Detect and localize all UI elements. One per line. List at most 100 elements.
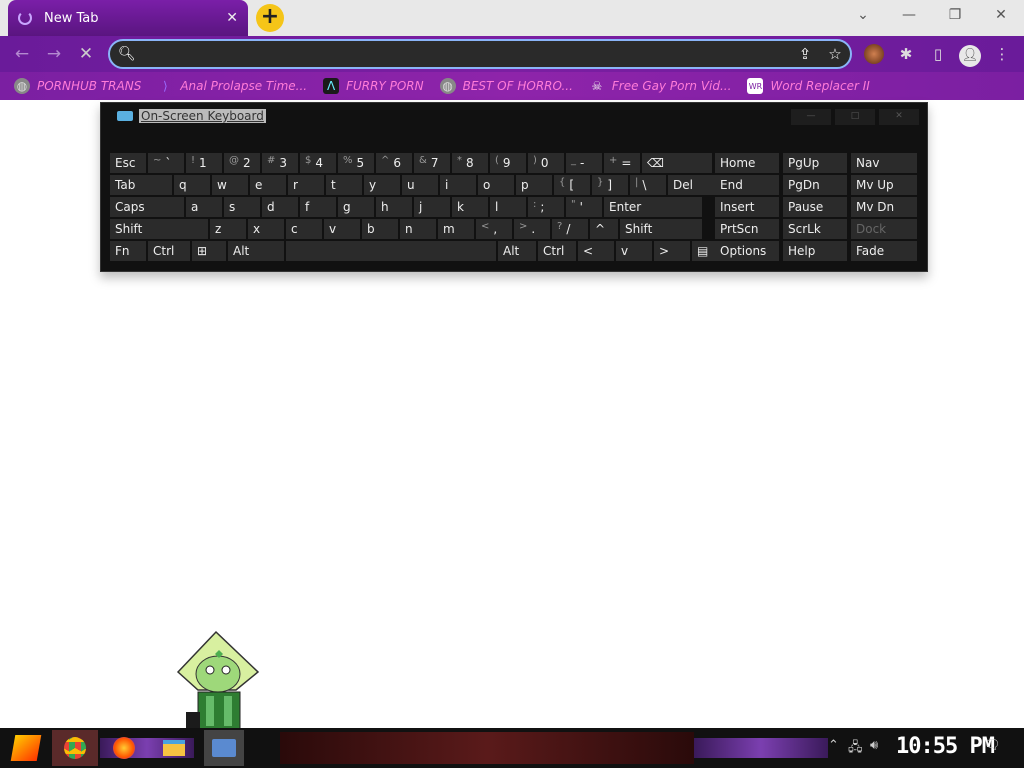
osk-key[interactable]: u <box>402 175 438 195</box>
osk-key[interactable]: ! 1 <box>186 153 222 173</box>
osk-key[interactable]: j <box>414 197 450 217</box>
osk-key[interactable]: > <box>654 241 690 261</box>
osk-key[interactable]: | \ <box>630 175 666 195</box>
osk-key[interactable]: & 7 <box>414 153 450 173</box>
extension-avatar-icon[interactable] <box>862 42 886 66</box>
bookmark-item[interactable]: Λ FURRY PORN <box>323 78 424 94</box>
osk-key[interactable]: i <box>440 175 476 195</box>
osk-nav-key[interactable]: Mv Up <box>851 175 917 195</box>
osk-key[interactable]: s <box>224 197 260 217</box>
network-icon[interactable]: 🖧︎ <box>848 738 863 760</box>
osk-key[interactable]: Alt <box>498 241 536 261</box>
osk-key[interactable]: + = <box>604 153 640 173</box>
osk-key[interactable]: h <box>376 197 412 217</box>
osk-key[interactable] <box>286 241 496 261</box>
osk-key[interactable]: >. <box>514 219 550 239</box>
volume-icon[interactable]: 🔊︎ <box>870 738 878 753</box>
stop-loading-icon[interactable]: ✕ <box>74 42 98 66</box>
osk-nav-key[interactable]: ScrLk <box>783 219 847 239</box>
restore-icon[interactable]: ❐ <box>932 0 978 30</box>
taskbar-chrome[interactable] <box>52 730 98 766</box>
osk-key[interactable]: * 8 <box>452 153 488 173</box>
osk-key[interactable]: k <box>452 197 488 217</box>
bookmark-item[interactable]: ⟩ Anal Prolapse Time... <box>157 78 307 94</box>
taskbar-osk[interactable] <box>204 730 244 766</box>
osk-key[interactable]: {[ <box>554 175 590 195</box>
osk-key[interactable]: v <box>616 241 652 261</box>
tab-search-icon[interactable]: ⌄ <box>840 0 886 30</box>
osk-nav-key[interactable]: PgUp <box>783 153 847 173</box>
osk-key[interactable]: ) 0 <box>528 153 564 173</box>
osk-key[interactable]: g <box>338 197 374 217</box>
osk-key[interactable]: ^ 6 <box>376 153 412 173</box>
osk-nav-key[interactable]: Options <box>715 241 779 261</box>
osk-key[interactable]: p <box>516 175 552 195</box>
osk-key[interactable]: x <box>248 219 284 239</box>
notifications-icon[interactable]: 🗨︎ <box>984 738 1001 753</box>
new-tab-button[interactable]: + <box>256 4 284 32</box>
extensions-puzzle-icon[interactable]: ✱ <box>894 42 918 66</box>
show-hidden-icons-icon[interactable]: ⌃ <box>828 738 839 753</box>
forward-icon[interactable]: → <box>42 42 66 66</box>
minimize-icon[interactable]: — <box>886 0 932 30</box>
osk-key[interactable]: t <box>326 175 362 195</box>
profile-avatar[interactable]: 👤︎ <box>958 42 982 67</box>
osk-key[interactable]: (9 <box>490 153 526 173</box>
osk-key[interactable]: l <box>490 197 526 217</box>
osk-key[interactable]: ⌫ <box>642 153 712 173</box>
osk-key[interactable]: z <box>210 219 246 239</box>
bookmark-item[interactable]: ◍ PORNHUB TRANS <box>14 78 141 94</box>
osk-key[interactable]: #3 <box>262 153 298 173</box>
osk-key[interactable]: @2 <box>224 153 260 173</box>
osk-key[interactable]: n <box>400 219 436 239</box>
osk-nav-key[interactable]: Nav <box>851 153 917 173</box>
osk-key[interactable]: ? / <box>552 219 588 239</box>
bookmark-item[interactable]: ☠ Free Gay Porn Vid... <box>589 78 732 94</box>
osk-key[interactable]: _ - <box>566 153 602 173</box>
osk-nav-key[interactable]: Insert <box>715 197 779 217</box>
osk-nav-key[interactable]: PrtScn <box>715 219 779 239</box>
osk-key[interactable]: <, <box>476 219 512 239</box>
start-button[interactable] <box>6 730 46 766</box>
osk-key[interactable]: q <box>174 175 210 195</box>
back-icon[interactable]: ← <box>10 42 34 66</box>
address-input[interactable] <box>143 46 790 62</box>
bookmark-star-icon[interactable]: ☆ <box>820 45 850 63</box>
taskbar-clock[interactable]: 10:55 PM <box>896 734 995 759</box>
osk-key[interactable]: :; <box>528 197 564 217</box>
osk-key[interactable]: Ctrl <box>538 241 576 261</box>
osk-key[interactable]: y <box>364 175 400 195</box>
osk-key[interactable]: Shift <box>620 219 702 239</box>
osk-key[interactable]: r <box>288 175 324 195</box>
menu-kebab-icon[interactable]: ⋮ <box>990 42 1014 66</box>
osk-key[interactable]: < <box>578 241 614 261</box>
osk-key[interactable]: e <box>250 175 286 195</box>
osk-key[interactable]: o <box>478 175 514 195</box>
taskbar-file-explorer[interactable] <box>156 730 192 766</box>
osk-nav-key[interactable]: Fade <box>851 241 917 261</box>
osk-nav-key[interactable]: Home <box>715 153 779 173</box>
osk-key[interactable]: m <box>438 219 474 239</box>
osk-nav-key[interactable]: PgDn <box>783 175 847 195</box>
osk-key[interactable]: Del <box>668 175 716 195</box>
osk-key[interactable]: $4 <box>300 153 336 173</box>
osk-key[interactable]: Ctrl <box>148 241 190 261</box>
osk-key[interactable]: ⊞ <box>192 241 226 261</box>
osk-key[interactable]: Tab <box>110 175 172 195</box>
osk-key[interactable]: % 5 <box>338 153 374 173</box>
osk-key[interactable]: v <box>324 219 360 239</box>
osk-key[interactable]: c <box>286 219 322 239</box>
bookmark-item[interactable]: WR Word Replacer II <box>747 78 870 94</box>
osk-key[interactable]: Fn <box>110 241 146 261</box>
tab-close-icon[interactable]: ✕ <box>226 10 238 26</box>
osk-key[interactable]: Enter <box>604 197 702 217</box>
taskbar-firefox[interactable] <box>106 730 142 766</box>
osk-key[interactable]: Caps <box>110 197 184 217</box>
bookmark-item[interactable]: ◍ BEST OF HORRO... <box>439 78 573 94</box>
osk-key[interactable]: a <box>186 197 222 217</box>
osk-maximize-icon[interactable]: □ <box>835 109 875 125</box>
osk-key[interactable]: b <box>362 219 398 239</box>
osk-key[interactable]: w <box>212 175 248 195</box>
osk-key[interactable]: f <box>300 197 336 217</box>
osk-key[interactable]: d <box>262 197 298 217</box>
